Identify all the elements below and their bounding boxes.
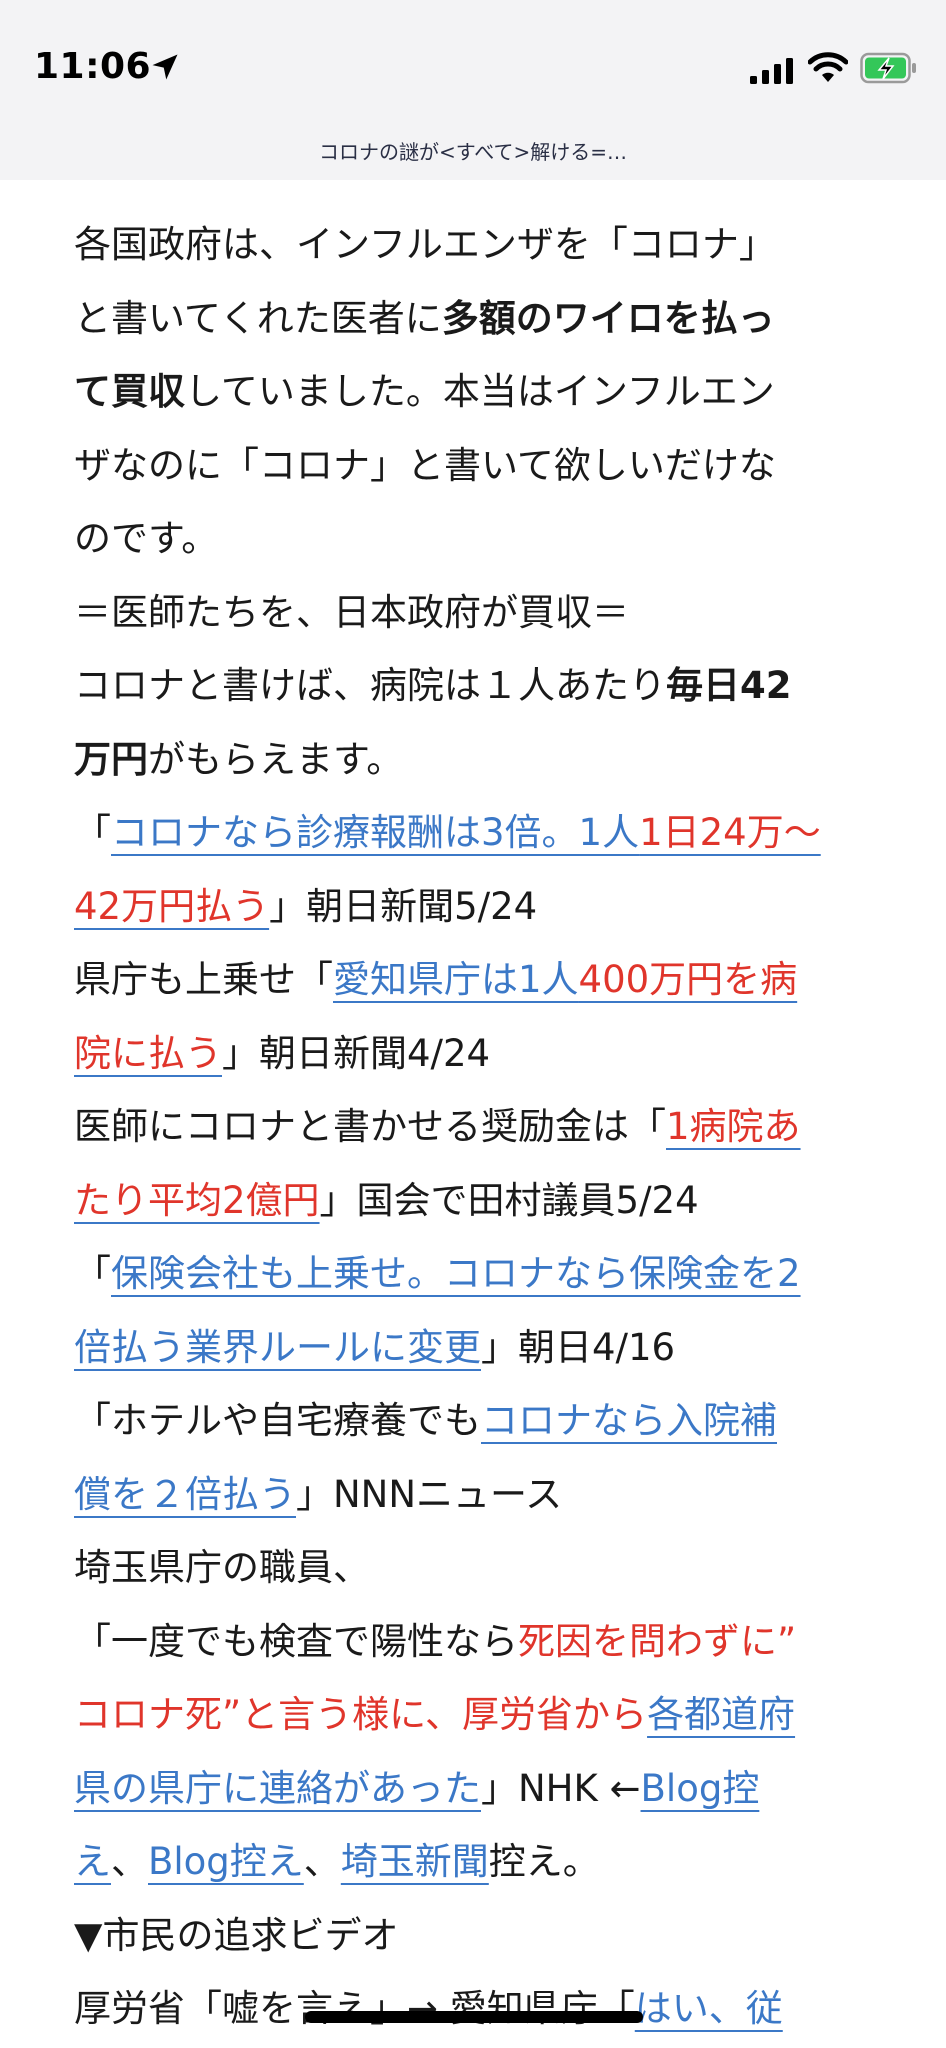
- article-line: コロナと書けば、病院は１人あたり毎日42: [74, 649, 884, 723]
- article-line: コロナ死”と言う様に、厚労省から各都道府: [74, 1678, 884, 1752]
- link-blog-1-cont[interactable]: え: [74, 1840, 111, 1883]
- text-span: 」朝日新聞5/24: [269, 884, 538, 928]
- text-span: していました。本当はインフルエン: [185, 370, 775, 413]
- link-hotel-cont[interactable]: 償を２倍払う: [74, 1473, 296, 1516]
- link-asahi-fee[interactable]: コロナなら診療報酬は3倍。1人1日24万〜: [111, 811, 821, 854]
- link-aichi-reply[interactable]: はい、従: [635, 1987, 783, 2030]
- link-blog-1[interactable]: Blog控: [641, 1767, 760, 1810]
- text-span: 埼玉県庁の職員、: [74, 1546, 370, 1589]
- article-line: 万円がもらえます。: [74, 723, 884, 797]
- article-line: 「一度でも検査で陽性なら死因を問わずに”: [74, 1605, 884, 1679]
- text-span: 医師にコロナと書かせる奨励金は「: [74, 1105, 666, 1148]
- link-text-red[interactable]: 400万円を病: [579, 958, 798, 1001]
- article-line: 「ホテルや自宅療養でもコロナなら入院補: [74, 1384, 884, 1458]
- article-line: のです。: [74, 502, 884, 576]
- bold-text: 万円: [74, 737, 148, 781]
- page-title: コロナの謎が<すべて>解ける=…: [318, 140, 628, 164]
- text-span: 県庁も上乗せ「: [74, 958, 333, 1001]
- text-span: コロナと書けば、病院は１人あたり: [74, 664, 666, 707]
- article-line: 倍払う業界ルールに変更」朝日4/16: [74, 1311, 884, 1385]
- link-saitama-shimbun[interactable]: 埼玉新聞: [341, 1840, 489, 1883]
- text-span: 「ホテルや自宅療養でも: [74, 1399, 481, 1442]
- text-span: と書いてくれた医者に: [74, 296, 442, 340]
- article-line: 県庁も上乗せ「愛知県庁は1人400万円を病: [74, 943, 884, 1017]
- article-line: ザなのに「コロナ」と書いて欲しいだけな: [74, 429, 884, 503]
- bold-text: 多額のワイロを払っ: [441, 296, 775, 340]
- article-line: ＝医師たちを、日本政府が買収＝: [74, 576, 884, 650]
- article-line: て買収していました。本当はインフルエン: [74, 355, 884, 429]
- link-asahi-fee-cont[interactable]: 42万円払う: [74, 885, 269, 928]
- red-text: コロナ死”と言う様に、厚労省から: [74, 1693, 648, 1736]
- link-insurance-cont[interactable]: 倍払う業界ルールに変更: [74, 1326, 481, 1369]
- text-span: 、: [303, 1840, 341, 1883]
- article-line: 償を２倍払う」NNNニュース: [74, 1458, 884, 1532]
- article-line: 「コロナなら診療報酬は3倍。1人1日24万〜: [74, 796, 884, 870]
- text-span: 、: [111, 1840, 148, 1883]
- text-span: がもらえます。: [148, 737, 404, 781]
- link-text[interactable]: 愛知県庁は1人: [333, 958, 579, 1001]
- bold-text: 毎日42: [666, 664, 792, 707]
- text-span: 控え。: [488, 1840, 600, 1883]
- text-span: 」朝日新聞4/24: [222, 1031, 491, 1075]
- cellular-signal-icon: [750, 58, 793, 84]
- link-blog-2[interactable]: Blog控え: [148, 1840, 304, 1883]
- link-aichi-cont[interactable]: 院に払う: [74, 1032, 222, 1075]
- article-line: 「保険会社も上乗せ。コロナなら保険金を2: [74, 1237, 884, 1311]
- article-line: ▼市民の追求ビデオ: [74, 1899, 884, 1973]
- article-line: 埼玉県庁の職員、: [74, 1531, 884, 1605]
- link-text-red[interactable]: 1日24万〜: [639, 811, 821, 854]
- text-span: 」NNNニュース: [296, 1472, 563, 1516]
- article-line: たり平均2億円」国会で田村議員5/24: [74, 1164, 884, 1238]
- text-span: 各国政府は、インフルエンザを「コロナ」: [74, 223, 776, 266]
- link-prefectures[interactable]: 各都道府: [647, 1693, 795, 1736]
- text-span: ザなのに「コロナ」と書いて欲しいだけな: [74, 443, 776, 487]
- text-span: 「一度でも検査で陽性なら: [74, 1619, 518, 1663]
- link-aichi[interactable]: 愛知県庁は1人400万円を病: [333, 958, 797, 1001]
- red-text: 死因を問わずに”: [518, 1619, 797, 1663]
- text-span: ＝医師たちを、日本政府が買収＝: [74, 590, 629, 634]
- link-tamura-cont[interactable]: たり平均2億円: [74, 1179, 320, 1222]
- home-indicator[interactable]: [305, 2011, 643, 2023]
- section-heading: ▼市民の追求ビデオ: [74, 1913, 399, 1957]
- article-line: 院に払う」朝日新聞4/24: [74, 1017, 884, 1091]
- browser-top-bar: 11:06 コロナの謎が<すべて>解ける=…: [0, 0, 946, 180]
- link-prefectures-cont[interactable]: 県の県庁に連絡があった: [74, 1767, 481, 1810]
- text-span: 」NHK ←: [481, 1766, 641, 1810]
- article-line: え、Blog控え、埼玉新聞控え。: [74, 1825, 884, 1899]
- article-line: 県の県庁に連絡があった」NHK ←Blog控: [74, 1752, 884, 1826]
- location-arrow-icon: [152, 54, 178, 80]
- article-body: 各国政府は、インフルエンザを「コロナ」 と書いてくれた医者に多額のワイロを払っ …: [74, 208, 884, 2046]
- text-span: のです。: [74, 517, 219, 560]
- text-span: 「: [74, 811, 111, 854]
- wifi-icon: [808, 52, 848, 82]
- link-hotel[interactable]: コロナなら入院補: [481, 1399, 777, 1442]
- text-span: 」朝日4/16: [481, 1325, 676, 1369]
- article-line: と書いてくれた医者に多額のワイロを払っ: [74, 282, 884, 356]
- link-text[interactable]: コロナなら診療報酬は3倍。1人: [111, 811, 639, 854]
- article-line: 厚労省「嘘を言え」→ 愛知県庁「はい、従: [74, 1972, 884, 2046]
- battery-charging-icon: [860, 52, 916, 84]
- link-insurance[interactable]: 保険会社も上乗せ。コロナなら保険金を2: [111, 1252, 801, 1295]
- article-line: 各国政府は、インフルエンザを「コロナ」: [74, 208, 884, 282]
- article-line: 医師にコロナと書かせる奨励金は「1病院あ: [74, 1090, 884, 1164]
- text-span: 「: [74, 1252, 111, 1295]
- text-span: 厚労省「嘘を言え」→ 愛知県庁「: [74, 1987, 635, 2030]
- status-time: 11:06: [34, 46, 152, 87]
- text-span: 」国会で田村議員5/24: [319, 1178, 699, 1222]
- bold-text: て買収: [74, 370, 185, 413]
- link-tamura[interactable]: 1病院あ: [666, 1105, 801, 1148]
- article-line: 42万円払う」朝日新聞5/24: [74, 870, 884, 944]
